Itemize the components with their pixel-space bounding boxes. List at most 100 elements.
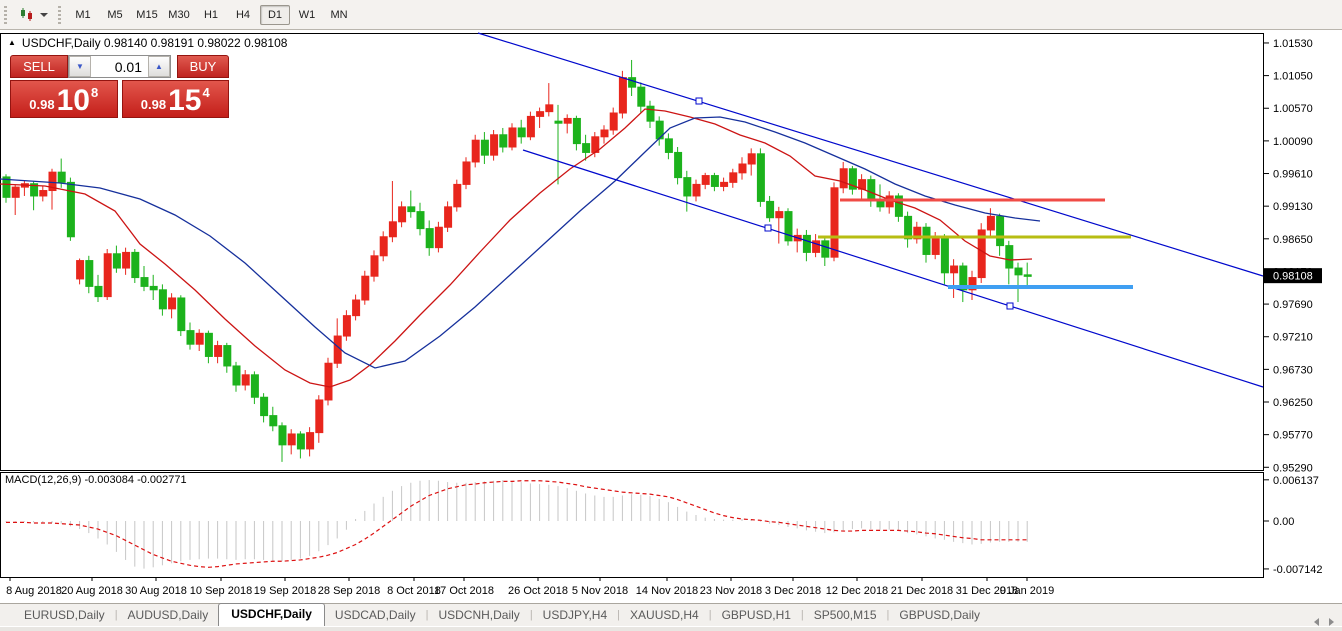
top-toolbar: M1M5M15M30H1H4D1W1MN (0, 0, 1342, 30)
candle-body (767, 201, 774, 217)
candle-body (426, 229, 433, 248)
chart-tab-gbpusd-daily[interactable]: GBPUSD,Daily (889, 605, 990, 626)
candle-body (297, 434, 304, 449)
one-click-trading-panel: SELL ▼ 0.01 ▲ BUY 0.98 10 8 0.98 15 4 (10, 55, 229, 118)
candle-body (343, 316, 350, 336)
candle-body (665, 139, 672, 153)
candle-body (822, 241, 829, 257)
candle-body (647, 106, 654, 121)
chart-tab-usdjpy-h4[interactable]: USDJPY,H4 (533, 605, 617, 626)
trendline-handle[interactable] (765, 225, 771, 231)
sell-price-block[interactable]: 0.98 10 8 (10, 80, 118, 118)
chart-tab-bar: EURUSD,Daily|AUDUSD,DailyUSDCHF,DailyUSD… (0, 603, 1342, 626)
volume-input[interactable]: 0.01 (91, 56, 148, 77)
candle-body (104, 254, 111, 297)
buy-button[interactable]: BUY (177, 55, 229, 78)
candle-body (77, 261, 84, 279)
candle-body (95, 286, 102, 296)
chart-tab-audusd-daily[interactable]: AUDUSD,Daily (118, 605, 219, 626)
candle-body (932, 237, 939, 255)
candlestick-icon (19, 8, 35, 22)
candle-body (132, 252, 139, 277)
volume-increase-button[interactable]: ▲ (148, 56, 170, 77)
candle-body (675, 152, 682, 177)
candle-body (389, 222, 396, 237)
candle-body (941, 237, 948, 273)
collapse-arrow-icon[interactable]: ▲ (8, 38, 16, 47)
candle-body (730, 173, 737, 183)
trendline-handle[interactable] (1007, 303, 1013, 309)
candle-body (711, 176, 718, 187)
svg-text:12 Dec 2018: 12 Dec 2018 (826, 585, 888, 597)
buy-price-prefix: 0.98 (141, 97, 166, 112)
candle-body (353, 300, 360, 316)
buy-price-block[interactable]: 0.98 15 4 (122, 80, 230, 118)
candle-body (279, 426, 286, 445)
candle-body (564, 118, 571, 123)
candle-body (518, 128, 525, 137)
timeframe-button-w1[interactable]: W1 (292, 5, 322, 25)
candle-body (399, 207, 406, 222)
chart-tab-eurusd-daily[interactable]: EURUSD,Daily (14, 605, 115, 626)
svg-text:21 Dec 2018: 21 Dec 2018 (891, 585, 953, 597)
svg-text:0.96250: 0.96250 (1273, 397, 1313, 409)
candle-body (362, 276, 369, 300)
sell-price-big: 10 (57, 88, 90, 114)
sell-button[interactable]: SELL (10, 55, 68, 78)
timeframe-button-m5[interactable]: M5 (100, 5, 130, 25)
timeframe-group: M1M5M15M30H1H4D1W1MN (67, 5, 355, 25)
candle-body (205, 333, 212, 356)
trendline-channel-upper[interactable] (478, 33, 1263, 276)
candle-body (123, 252, 130, 268)
ma-fast-line (0, 109, 1032, 387)
timeframe-button-d1[interactable]: D1 (260, 5, 290, 25)
svg-text:1.01050: 1.01050 (1273, 71, 1313, 83)
candle-body (757, 154, 764, 202)
candle-body (215, 346, 222, 357)
svg-text:0.95290: 0.95290 (1273, 462, 1313, 474)
chart-tab-xauusd-h4[interactable]: XAUUSD,H4 (620, 605, 709, 626)
tab-scroll-right-icon[interactable] (1329, 618, 1334, 626)
svg-text:1.00570: 1.00570 (1273, 103, 1313, 115)
timeframe-button-m1[interactable]: M1 (68, 5, 98, 25)
chart-tab-usdcnh-daily[interactable]: USDCNH,Daily (428, 605, 529, 626)
ma-slow-line (0, 117, 1040, 368)
price-axis: 1.015301.010501.005701.000900.996100.991… (1264, 38, 1323, 576)
svg-text:-0.007142: -0.007142 (1273, 564, 1323, 576)
candle-body (261, 397, 268, 415)
toolbar-grip (58, 6, 61, 24)
chart-tab-usdcad-daily[interactable]: USDCAD,Daily (325, 605, 426, 626)
svg-text:14 Nov 2018: 14 Nov 2018 (636, 585, 698, 597)
svg-text:28 Sep 2018: 28 Sep 2018 (318, 585, 380, 597)
svg-text:10 Sep 2018: 10 Sep 2018 (190, 585, 252, 597)
svg-text:0.97690: 0.97690 (1273, 299, 1313, 311)
macd-indicator-label: MACD(12,26,9) -0.003084 -0.002771 (5, 474, 187, 486)
trendline-handle[interactable] (696, 98, 702, 104)
trendline-channel-lower[interactable] (523, 150, 1263, 387)
tab-scroll-left-icon[interactable] (1314, 618, 1319, 626)
candle-body (270, 416, 277, 426)
candle-body (435, 227, 442, 247)
timeframe-button-h4[interactable]: H4 (228, 5, 258, 25)
timeframe-button-h1[interactable]: H1 (196, 5, 226, 25)
candle-body (288, 434, 295, 445)
candle-body (150, 286, 157, 289)
chart-tab-sp500-m15[interactable]: SP500,M15 (804, 605, 887, 626)
svg-text:0.97210: 0.97210 (1273, 332, 1313, 344)
timeframe-button-m15[interactable]: M15 (132, 5, 162, 25)
volume-decrease-button[interactable]: ▼ (69, 56, 91, 77)
svg-text:0.99130: 0.99130 (1273, 201, 1313, 213)
svg-text:8 Aug 2018: 8 Aug 2018 (6, 585, 62, 597)
date-axis: 8 Aug 201820 Aug 201830 Aug 201810 Sep 2… (6, 578, 1054, 597)
chart-tab-usdchf-daily[interactable]: USDCHF,Daily (218, 603, 325, 626)
svg-text:1.01530: 1.01530 (1273, 38, 1313, 50)
timeframe-button-mn[interactable]: MN (324, 5, 354, 25)
candle-body (785, 212, 792, 241)
candle-body (408, 207, 415, 212)
candle-body (224, 346, 231, 366)
chart-tab-gbpusd-h1[interactable]: GBPUSD,H1 (712, 605, 801, 626)
svg-text:0.95770: 0.95770 (1273, 430, 1313, 442)
timeframe-button-m30[interactable]: M30 (164, 5, 194, 25)
candle-body (619, 78, 626, 113)
chart-type-button[interactable] (13, 4, 54, 26)
